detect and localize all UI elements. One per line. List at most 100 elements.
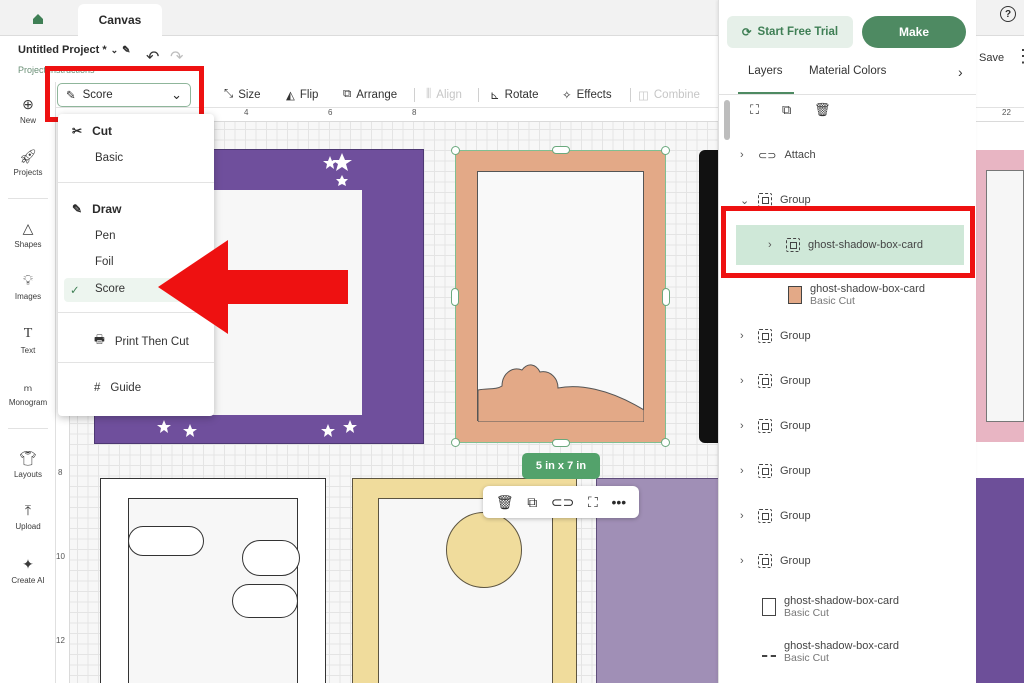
tab-canvas[interactable]: Canvas [78,4,162,36]
menu-item-foil[interactable]: Foil [95,256,114,268]
menu-divider [58,362,214,363]
redo-icon[interactable]: ↷ [170,47,183,67]
attach-icon[interactable]: ⊂⊃ [551,494,574,511]
menu-item-print-then-cut[interactable]: 🖶︎ Print Then Cut [94,332,189,351]
more-vertical-icon[interactable]: ⋮ [1014,46,1024,67]
undo-icon[interactable]: ↶ [146,47,159,67]
menu-item-label: Guide [110,382,142,394]
trash-icon[interactable]: 🗑︎ [496,494,514,511]
rotate-tool[interactable]: ⊾ Rotate [490,88,539,102]
toolbar-divider [630,88,631,102]
resize-handle[interactable] [451,288,459,306]
menu-item-guide[interactable]: # Guide [94,382,141,394]
layer-row-group[interactable]: › Group [740,415,970,437]
size-tool[interactable]: ⤡ Size [224,88,261,101]
toolbar-divider [478,88,479,102]
resize-handle[interactable] [552,439,570,447]
sidebar-item-create-ai[interactable]: ✦ Create AI [0,556,56,586]
home-button[interactable] [18,6,58,32]
sidebar-item-label: Monogram [8,398,48,407]
pencil-icon[interactable]: ✎ [122,45,130,56]
resize-handle[interactable] [662,288,670,306]
menu-heading-cut: ✂ Cut [72,124,112,138]
selection-bounding-box [455,150,666,443]
arrange-tool[interactable]: ⧉ Arrange [343,88,397,101]
layer-name: ghost-shadow-box-card [784,640,899,652]
ruler-tick-label: 6 [328,108,333,117]
magic-wand-icon: ✧ [562,90,572,102]
group-icon [758,419,772,433]
flip-tool[interactable]: ◭ Flip [286,88,318,102]
sidebar-item-label: Upload [15,522,41,531]
layer-row-group[interactable]: › Group [740,505,970,527]
layer-row-group[interactable]: › Group [740,325,970,347]
resize-handle[interactable] [661,438,670,447]
sidebar-item-label: Projects [13,168,43,177]
sidebar-item-monogram[interactable]: ₘ Monogram [0,378,56,408]
sidebar-item-projects[interactable]: 🚀︎ Projects [0,148,56,178]
layer-row-group[interactable]: › Group [740,460,970,482]
sidebar-item-upload[interactable]: ⤒ Upload [0,502,56,532]
layer-row-attach[interactable]: › ⊂⊃ Attach [740,144,970,166]
duplicate-layer-icon[interactable]: ⧉ [782,102,791,118]
cloud-shape [128,526,204,556]
text-icon: T [23,326,33,341]
project-title-wrap: Untitled Project * ⌄ ✎ [18,44,131,56]
effects-label: Effects [576,89,612,101]
effects-tool[interactable]: ✧ Effects [562,88,612,102]
project-title[interactable]: Untitled Project * [18,44,107,56]
chevron-right-icon[interactable]: › [958,64,963,80]
resize-handle[interactable] [451,146,460,155]
layer-row-bottom-item[interactable]: ghost-shadow-box-card Basic Cut [762,592,992,622]
tab-layers[interactable]: Layers [748,65,783,77]
sidebar-item-shapes[interactable]: △ Shapes [0,220,56,250]
rotate-label: Rotate [504,89,539,101]
layer-thumbnail [762,647,776,657]
layer-label: Group [780,465,811,477]
sidebar-item-layouts[interactable]: 👕︎ Layouts [0,450,56,480]
menu-item-basic[interactable]: Basic [95,152,123,164]
cloud-shape [242,540,300,576]
ruler-top-right: 22 [976,108,1024,122]
make-button[interactable]: Make [862,16,966,48]
trial-tag-icon: ⟳ [741,27,752,39]
combine-tool[interactable]: ◫ Combine [638,88,700,102]
menu-heading-draw: ✎ Draw [72,202,121,216]
layer-row-group[interactable]: › Group [740,370,970,392]
layer-row-child[interactable]: ghost-shadow-box-card Basic Cut [788,280,1018,310]
start-free-trial-button[interactable]: ⟳ Start Free Trial [727,16,853,48]
menu-heading-label: Cut [92,124,113,138]
help-icon[interactable]: ? [1000,6,1016,22]
group-icon [758,374,772,388]
ruler-tick-label: 10 [56,552,65,561]
layer-label: Group [780,194,811,206]
stars-decoration [323,153,352,186]
duplicate-icon[interactable]: ⧉ [527,494,537,511]
sidebar-item-images[interactable]: 💡︎ Images [0,272,56,302]
chevron-down-icon[interactable]: ⌄ [111,45,119,56]
layer-row-bottom-item[interactable]: ghost-shadow-box-card Basic Cut [762,637,992,667]
delete-layer-icon[interactable]: 🗑︎ [814,102,831,118]
panel-scrollbar[interactable] [724,100,730,140]
tab-material-colors[interactable]: Material Colors [809,65,886,77]
layer-row-group[interactable]: › Group [740,550,970,572]
sidebar-item-text[interactable]: T Text [0,326,56,355]
pencil-icon: ✎ [72,202,83,216]
group-icon[interactable]: ⛶ [588,494,598,511]
menu-item-pen[interactable]: Pen [95,230,115,242]
more-horizontal-icon[interactable]: ••• [611,494,626,510]
sidebar-item-label: Layouts [13,470,43,479]
resize-handle[interactable] [451,438,460,447]
resize-handle[interactable] [661,146,670,155]
group-layers-icon[interactable]: ⛶ [750,102,759,118]
sidebar-item-label: Text [20,346,36,355]
ruler-tick-label: 8 [58,468,63,477]
annotation-arrow [158,240,348,334]
layer-text: ghost-shadow-box-card Basic Cut [784,595,899,619]
save-button[interactable]: Save [979,52,1004,64]
menu-item-score[interactable]: Score [95,283,125,295]
resize-handle[interactable] [552,146,570,154]
align-tool[interactable]: ⫼ Align [426,88,462,101]
resize-icon: ⤡ [224,88,234,100]
left-sidebar: ⊕ New 🚀︎ Projects △ Shapes 💡︎ Images T T… [0,82,56,683]
